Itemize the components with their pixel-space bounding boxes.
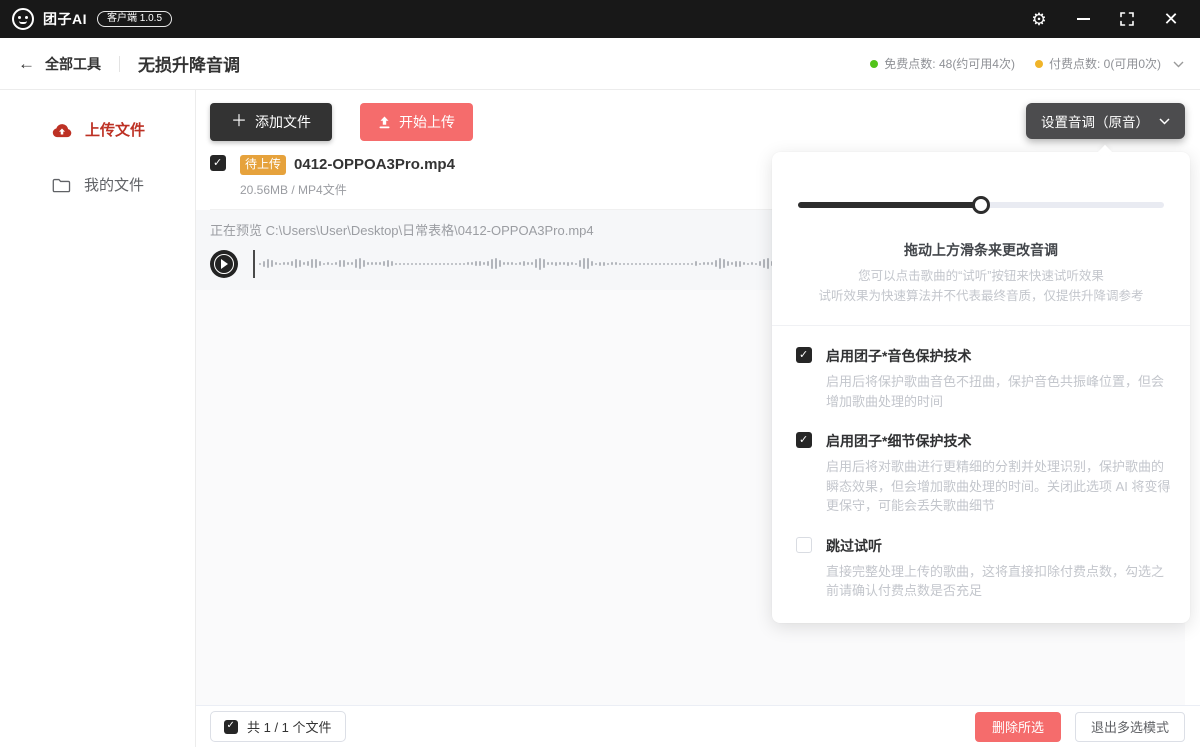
- play-button[interactable]: [210, 250, 238, 278]
- paid-points-label: 付费点数: 0(可用0次): [1049, 55, 1161, 72]
- free-points: 免费点数: 48(约可用4次): [870, 55, 1015, 72]
- settings-gear-icon[interactable]: ⚙: [1024, 4, 1054, 34]
- pitch-slider[interactable]: [798, 196, 1164, 214]
- slider-hint-line2: 试听效果为快速算法并不代表最终音质，仅提供升降调参考: [772, 287, 1190, 305]
- pitch-slider-thumb[interactable]: [972, 196, 990, 214]
- close-icon[interactable]: ✕: [1156, 4, 1186, 34]
- upload-icon: [378, 116, 391, 129]
- option-skip-preview: 跳过试听 直接完整处理上传的歌曲，这将直接扣除付费点数，勾选之前请确认付费点数是…: [772, 516, 1190, 601]
- option-desc: 启用后将保护歌曲音色不扭曲，保护音色共振峰位置，但会增加歌曲处理的时间: [826, 372, 1174, 411]
- pitch-slider-fill: [798, 202, 981, 208]
- slider-hint-title: 拖动上方滑条来更改音调: [772, 240, 1190, 260]
- option-detail-protection: 启用团子*细节保护技术 启用后将对歌曲进行更精细的分割并处理识别，保护歌曲的瞬态…: [772, 411, 1190, 516]
- app-window: 团子AI 客户端 1.0.5 ⚙ ✕ ← 全部工具 无损升降音调 免费点数: 4…: [0, 0, 1200, 747]
- panel-notch: [1098, 145, 1112, 159]
- version-badge: 客户端 1.0.5: [97, 11, 172, 27]
- back-to-all-tools[interactable]: 全部工具: [45, 54, 101, 74]
- cloud-upload-icon: [52, 122, 72, 138]
- paid-points: 付费点数: 0(可用0次): [1035, 55, 1161, 72]
- pitch-settings-panel: 拖动上方滑条来更改音调 您可以点击歌曲的“试听”按钮来快速试听效果 试听效果为快…: [772, 152, 1190, 623]
- file-meta: 20.56MB / MP4文件: [240, 181, 455, 198]
- titlebar: 团子AI 客户端 1.0.5 ⚙ ✕: [0, 0, 1200, 38]
- page-title: 无损升降音调: [138, 51, 240, 76]
- folder-icon: [52, 177, 71, 193]
- chevron-down-icon: [1159, 118, 1170, 125]
- sidebar-item-label: 上传文件: [85, 119, 145, 140]
- file-info: 待上传 0412-OPPOA3Pro.mp4 20.56MB / MP4文件: [240, 155, 455, 198]
- free-points-dot-icon: [870, 60, 878, 68]
- select-all-box[interactable]: 共 1 / 1 个文件: [210, 711, 346, 742]
- file-count-label: 共 1 / 1 个文件: [247, 717, 332, 736]
- file-checkbox[interactable]: [210, 155, 226, 171]
- skip-preview-checkbox[interactable]: [796, 537, 812, 553]
- app-logo-icon: [12, 8, 34, 30]
- sidebar-item-my-files[interactable]: 我的文件: [0, 157, 195, 212]
- exit-multiselect-button[interactable]: 退出多选模式: [1075, 712, 1185, 742]
- maximize-icon[interactable]: [1112, 4, 1142, 34]
- waveform-playhead: [253, 250, 255, 278]
- add-file-button[interactable]: ＋ 添加文件: [210, 103, 332, 141]
- option-desc: 启用后将对歌曲进行更精细的分割并处理识别，保护歌曲的瞬态效果，但会增加歌曲处理的…: [826, 457, 1174, 516]
- toolbar: ＋ 添加文件 开始上传 设置音调（原音）: [196, 90, 1200, 141]
- slider-hint-line1: 您可以点击歌曲的“试听”按钮来快速试听效果: [772, 267, 1190, 285]
- set-pitch-button[interactable]: 设置音调（原音）: [1026, 103, 1185, 139]
- nav-divider: [119, 56, 120, 72]
- app-name: 团子AI: [43, 9, 87, 29]
- select-all-checkbox[interactable]: [224, 720, 238, 734]
- paid-points-dot-icon: [1035, 60, 1043, 68]
- points-chevron-down-icon[interactable]: [1173, 55, 1184, 73]
- option-timbre-protection: 启用团子*音色保护技术 启用后将保护歌曲音色不扭曲，保护音色共振峰位置，但会增加…: [772, 326, 1190, 411]
- detail-protection-checkbox[interactable]: [796, 432, 812, 448]
- main-area: ＋ 添加文件 开始上传 设置音调（原音） 待上: [196, 90, 1200, 747]
- sidebar: 上传文件 我的文件: [0, 90, 196, 747]
- back-arrow-icon[interactable]: ←: [18, 54, 35, 74]
- option-label[interactable]: 启用团子*细节保护技术: [826, 431, 1174, 451]
- timbre-protection-checkbox[interactable]: [796, 347, 812, 363]
- start-upload-button[interactable]: 开始上传: [360, 103, 473, 141]
- minimize-icon[interactable]: [1068, 4, 1098, 34]
- sidebar-item-label: 我的文件: [84, 174, 144, 195]
- footer-bar: 共 1 / 1 个文件 删除所选 退出多选模式: [196, 705, 1200, 747]
- option-label[interactable]: 启用团子*音色保护技术: [826, 346, 1174, 366]
- plus-icon: ＋: [231, 114, 247, 130]
- delete-selected-button[interactable]: 删除所选: [975, 712, 1061, 742]
- option-label[interactable]: 跳过试听: [826, 536, 1174, 556]
- navbar: ← 全部工具 无损升降音调 免费点数: 48(约可用4次) 付费点数: 0(可用…: [0, 38, 1200, 90]
- sidebar-item-upload[interactable]: 上传文件: [0, 102, 195, 157]
- status-badge: 待上传: [240, 155, 286, 175]
- free-points-label: 免费点数: 48(约可用4次): [884, 55, 1015, 72]
- file-name: 0412-OPPOA3Pro.mp4: [294, 156, 455, 173]
- option-desc: 直接完整处理上传的歌曲，这将直接扣除付费点数，勾选之前请确认付费点数是否充足: [826, 562, 1174, 601]
